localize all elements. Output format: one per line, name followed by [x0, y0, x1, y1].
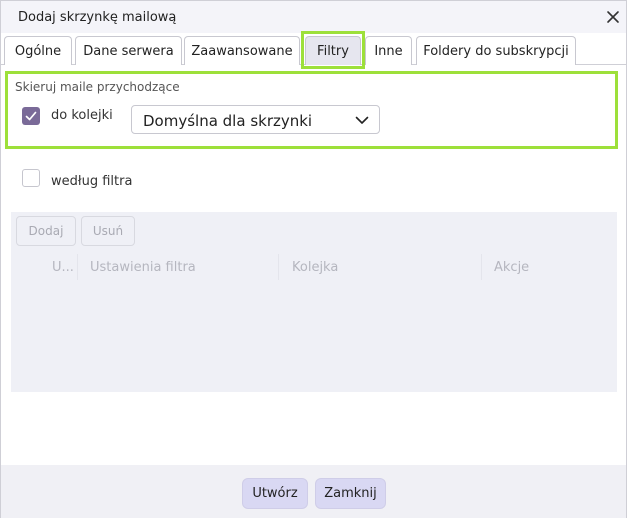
column-header-queue[interactable]: Kolejka	[292, 260, 338, 275]
close-button[interactable]: Zamknij	[315, 478, 386, 509]
routing-section-title: Skieruj maile przychodzące	[15, 80, 180, 94]
dialog-titlebar: Dodaj skrzynkę mailową	[1, 1, 626, 33]
create-button[interactable]: Utwórz	[242, 478, 308, 509]
column-separator	[278, 254, 279, 280]
checkmark-icon	[25, 111, 37, 121]
add-mailbox-dialog: Dodaj skrzynkę mailową Ogólne Dane serwe…	[0, 0, 627, 518]
by-filter-checkbox[interactable]	[22, 169, 40, 187]
dialog-title: Dodaj skrzynkę mailową	[18, 10, 177, 25]
tab-general[interactable]: Ogólne	[4, 36, 72, 65]
tab-server-data[interactable]: Dane serwera	[75, 36, 182, 65]
remove-filter-button[interactable]: Usuń	[81, 216, 135, 246]
dialog-footer	[1, 465, 626, 518]
tab-other[interactable]: Inne	[365, 36, 412, 65]
close-icon[interactable]	[602, 6, 624, 28]
tab-subscription-folders[interactable]: Foldery do subskrypcji	[416, 36, 576, 65]
column-header-filter-settings[interactable]: Ustawienia filtra	[90, 260, 196, 275]
tab-filters[interactable]: Filtry	[305, 36, 361, 65]
column-separator	[481, 254, 482, 280]
column-header-u[interactable]: U...	[52, 260, 74, 275]
tab-advanced[interactable]: Zaawansowane	[184, 36, 300, 65]
column-separator	[77, 254, 78, 280]
by-filter-label: według filtra	[51, 174, 133, 189]
add-filter-button[interactable]: Dodaj	[16, 216, 76, 246]
to-queue-checkbox[interactable]	[22, 107, 40, 125]
chevron-down-icon	[355, 116, 369, 124]
column-header-actions[interactable]: Akcje	[494, 260, 529, 275]
to-queue-label: do kolejki	[51, 108, 113, 123]
queue-select[interactable]: Domyślna dla skrzynki	[131, 105, 380, 134]
queue-select-value: Domyślna dla skrzynki	[143, 112, 313, 130]
